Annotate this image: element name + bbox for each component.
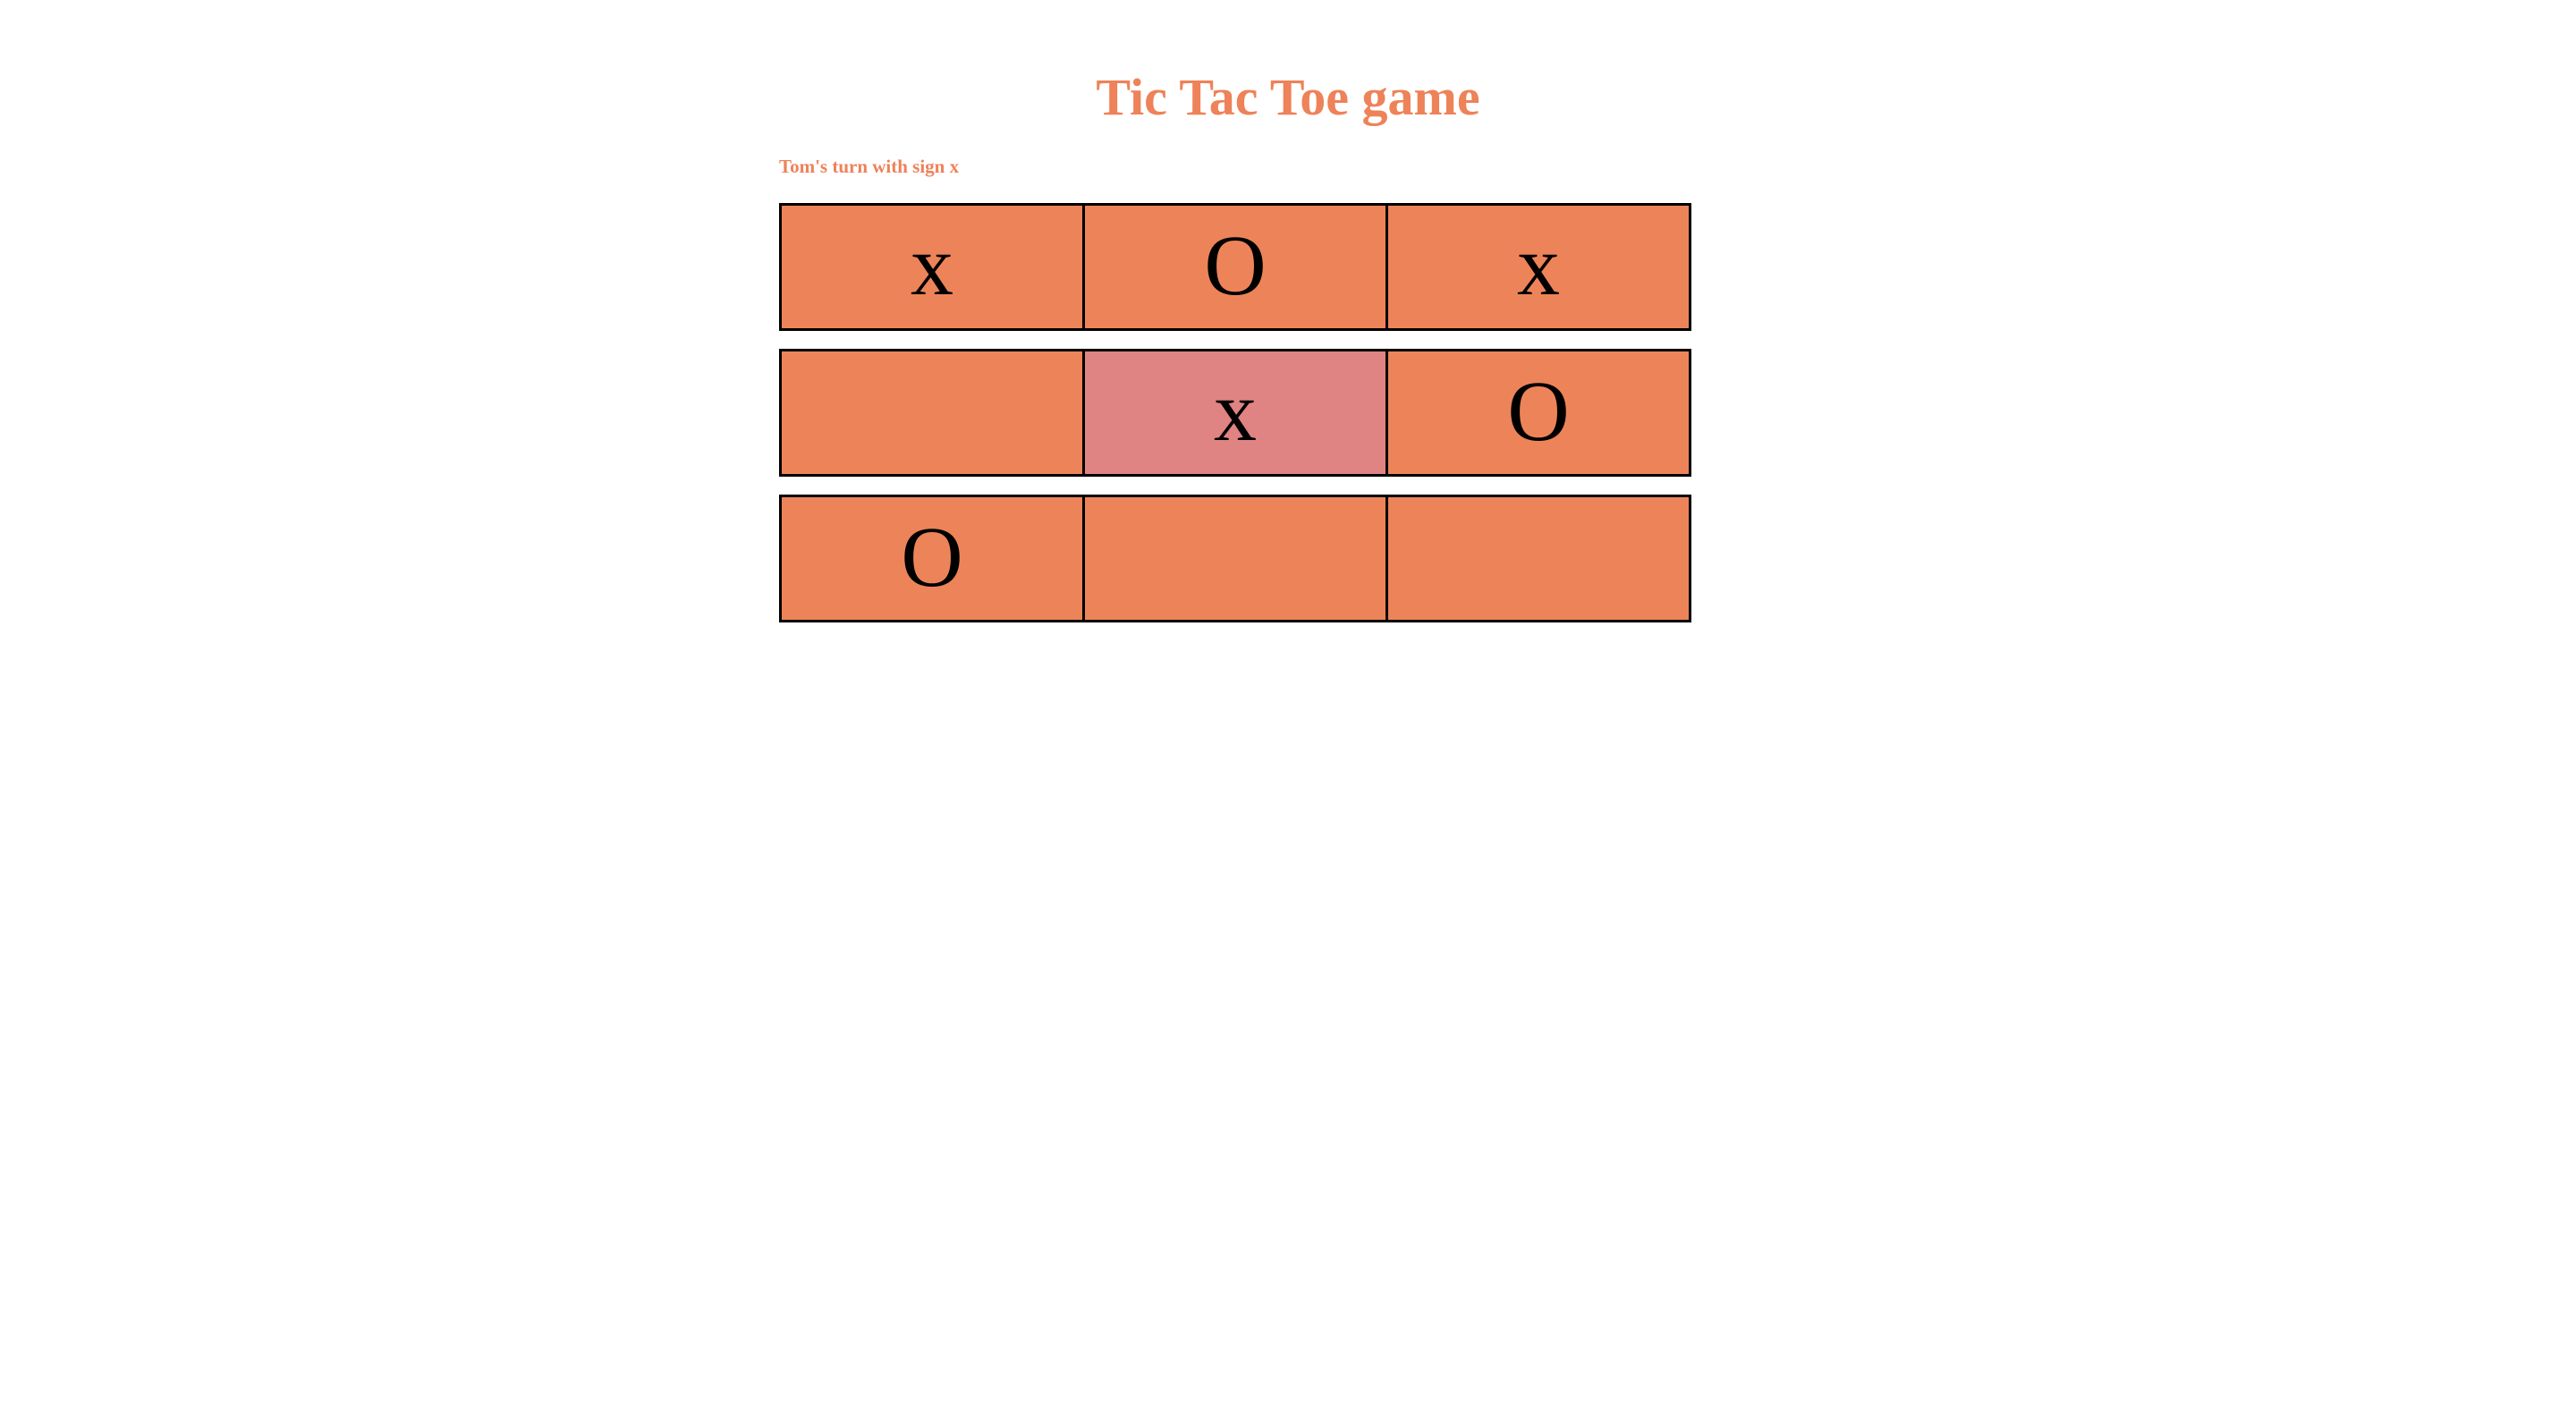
page-title: Tic Tac Toe game [1096,67,1480,126]
cell-mark: x [911,216,953,313]
cell-0-0[interactable]: x [779,203,1085,331]
cell-mark: O [1204,216,1267,313]
cell-1-1[interactable]: x [1082,349,1388,477]
tic-tac-toe-page: Tic Tac Toe game Tom's turn with sign x … [0,0,2576,1422]
board-row: O [779,495,1698,622]
game-board: x O x x O O [779,203,1698,622]
board-row: x O [779,349,1698,477]
cell-0-2[interactable]: x [1385,203,1691,331]
cell-2-1[interactable] [1082,495,1388,622]
cell-2-0[interactable]: O [779,495,1085,622]
cell-mark: x [1214,362,1257,459]
cell-2-2[interactable] [1385,495,1691,622]
status-message: Tom's turn with sign x [779,156,960,177]
cell-mark: x [1517,216,1560,313]
cell-mark: O [1507,362,1570,459]
cell-1-2[interactable]: O [1385,349,1691,477]
board-row: x O x [779,203,1698,331]
cell-mark: O [901,508,963,605]
cell-0-1[interactable]: O [1082,203,1388,331]
cell-1-0[interactable] [779,349,1085,477]
